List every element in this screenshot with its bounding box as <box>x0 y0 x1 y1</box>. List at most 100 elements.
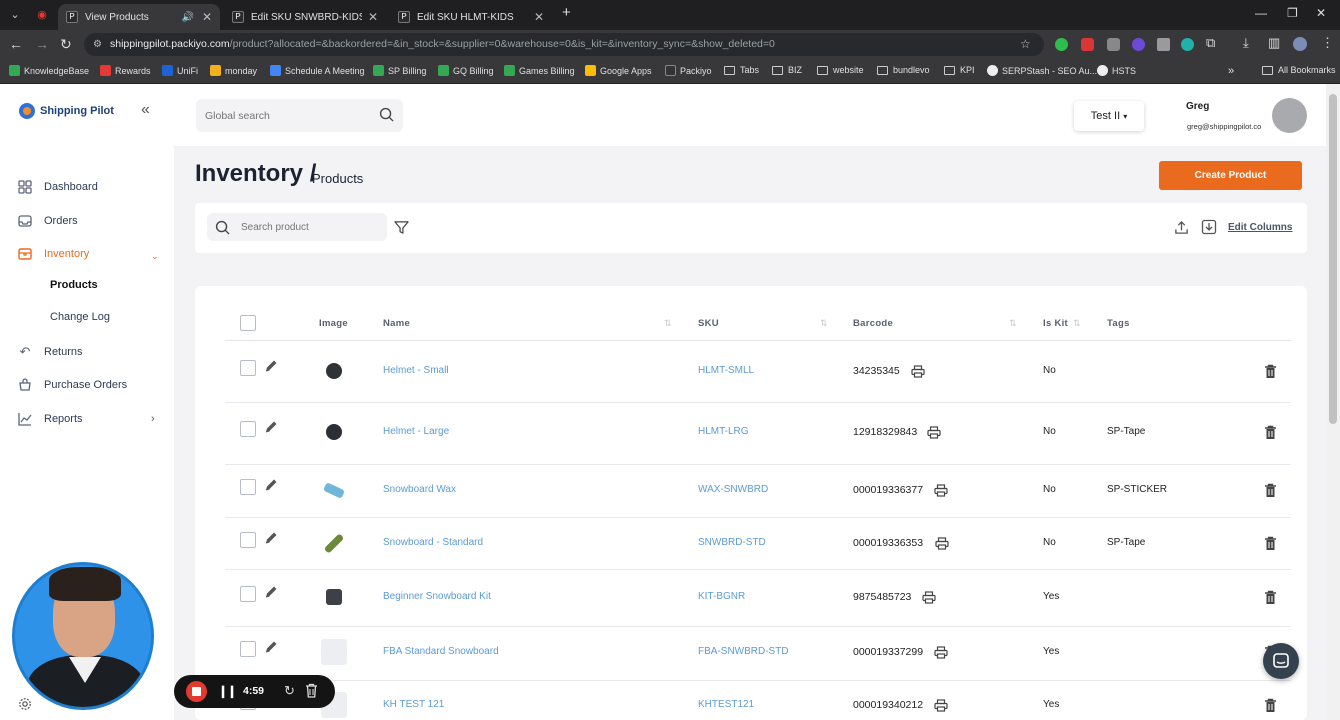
bookmark-schedule-meeting[interactable]: Schedule A Meeting <box>270 65 365 76</box>
chevron-down-icon[interactable]: ⌄ <box>151 251 159 262</box>
reload-button[interactable]: ↻ <box>60 36 72 53</box>
product-name-link[interactable]: FBA Standard Snowboard <box>383 646 499 657</box>
sort-icon[interactable]: ⇅ <box>1073 318 1081 329</box>
extension-purple-icon[interactable] <box>1132 38 1145 51</box>
restore-button[interactable]: ❐ <box>1287 6 1298 20</box>
new-tab-button[interactable]: + <box>562 4 571 21</box>
extension-off-icon[interactable] <box>1107 38 1120 51</box>
browser-tab-edit-snwbrd[interactable]: P Edit SKU SNWBRD-KIDS ✕ <box>224 4 386 30</box>
delete-trash-icon[interactable] <box>1264 425 1277 440</box>
column-header-barcode[interactable]: Barcode <box>853 318 893 329</box>
print-barcode-icon[interactable] <box>911 365 925 378</box>
row-checkbox[interactable] <box>240 421 256 437</box>
edit-pencil-icon[interactable] <box>264 531 278 545</box>
product-thumbnail[interactable] <box>321 477 347 503</box>
print-barcode-icon[interactable] <box>927 426 941 439</box>
gear-icon[interactable] <box>18 697 32 711</box>
bookmark-folder-tabs[interactable]: Tabs <box>724 65 759 75</box>
product-thumbnail[interactable] <box>321 530 347 556</box>
product-thumbnail[interactable] <box>321 358 347 384</box>
tab-search-icon[interactable]: ⌄ <box>5 5 25 25</box>
download-icon[interactable] <box>1201 219 1217 235</box>
print-barcode-icon[interactable] <box>934 484 948 497</box>
edit-pencil-icon[interactable] <box>264 640 278 654</box>
delete-trash-icon[interactable] <box>1264 590 1277 605</box>
sidebar-item-dashboard[interactable]: Dashboard <box>18 180 98 194</box>
bookmark-google-apps[interactable]: Google Apps <box>585 65 652 76</box>
edit-pencil-icon[interactable] <box>264 359 278 373</box>
column-header-sku[interactable]: SKU <box>698 318 719 329</box>
close-tab-icon[interactable]: ✕ <box>368 10 378 24</box>
product-sku-link[interactable]: KHTEST121 <box>698 699 754 710</box>
column-header-is-kit[interactable]: Is Kit <box>1043 318 1068 329</box>
stop-recording-button[interactable] <box>186 681 207 702</box>
side-panel-icon[interactable]: ▥ <box>1268 35 1280 51</box>
sort-icon[interactable]: ⇅ <box>1009 318 1017 329</box>
scrollbar-thumb[interactable] <box>1329 94 1337 424</box>
print-barcode-icon[interactable] <box>935 537 949 550</box>
app-logo[interactable]: Shipping Pilot <box>19 103 114 119</box>
extension-green-icon[interactable] <box>1055 38 1068 51</box>
bookmark-games-billing[interactable]: Games Billing <box>504 65 575 76</box>
profile-avatar-icon[interactable] <box>1293 37 1307 51</box>
print-barcode-icon[interactable] <box>934 646 948 659</box>
product-name-link[interactable]: Helmet - Large <box>383 426 449 437</box>
all-bookmarks-folder[interactable]: All Bookmarks <box>1262 65 1336 75</box>
search-icon[interactable] <box>379 107 394 122</box>
chevron-right-icon[interactable]: › <box>151 413 155 425</box>
bookmark-knowledgebase[interactable]: KnowledgeBase <box>9 65 89 76</box>
bookmark-gq-billing[interactable]: GQ Billing <box>438 65 494 76</box>
upload-icon[interactable] <box>1174 220 1189 235</box>
sort-icon[interactable]: ⇅ <box>820 318 828 329</box>
downloads-icon[interactable]: ⤓ <box>1243 35 1249 51</box>
sidebar-item-reports[interactable]: Reports <box>18 412 83 426</box>
global-search-input[interactable] <box>196 99 403 132</box>
product-name-link[interactable]: Helmet - Small <box>383 365 449 376</box>
extensions-puzzle-icon[interactable]: ⧉ <box>1206 35 1215 51</box>
product-name-link[interactable]: Snowboard Wax <box>383 484 456 495</box>
edit-columns-link[interactable]: Edit Columns <box>1228 222 1292 233</box>
product-sku-link[interactable]: FBA-SNWBRD-STD <box>698 646 789 657</box>
product-sku-link[interactable]: KIT-BGNR <box>698 591 745 602</box>
browser-menu-icon[interactable]: ⋮ <box>1321 35 1334 51</box>
print-barcode-icon[interactable] <box>922 591 936 604</box>
extension-red-icon[interactable] <box>1081 38 1094 51</box>
row-checkbox[interactable] <box>240 532 256 548</box>
browser-tab-edit-hlmt[interactable]: P Edit SKU HLMT-KIDS ✕ <box>390 4 552 30</box>
delete-trash-icon[interactable] <box>1264 536 1277 551</box>
sidebar-subitem-products[interactable]: Products <box>50 279 98 291</box>
avatar[interactable] <box>1272 98 1307 133</box>
bookmark-star-icon[interactable]: ☆ <box>1020 37 1031 51</box>
row-checkbox[interactable] <box>240 641 256 657</box>
bookmark-folder-bundlevo[interactable]: bundlevo <box>877 65 930 75</box>
edit-pencil-icon[interactable] <box>264 478 278 492</box>
product-thumbnail[interactable] <box>321 584 347 610</box>
product-thumbnail[interactable] <box>321 419 347 445</box>
bookmark-monday[interactable]: monday <box>210 65 257 76</box>
close-tab-icon[interactable]: ✕ <box>202 10 212 24</box>
delete-recording-icon[interactable] <box>305 683 318 698</box>
delete-trash-icon[interactable] <box>1264 364 1277 379</box>
bookmark-rewards[interactable]: Rewards <box>100 65 151 76</box>
page-scrollbar[interactable] <box>1326 84 1340 720</box>
close-tab-icon[interactable]: ✕ <box>534 10 544 24</box>
speaker-icon[interactable]: 🔊 <box>181 12 193 23</box>
restart-recording-icon[interactable]: ↻ <box>284 683 295 699</box>
product-sku-link[interactable]: HLMT-SMLL <box>698 365 754 376</box>
edit-pencil-icon[interactable] <box>264 585 278 599</box>
site-info-icon[interactable]: ⚙ <box>93 33 102 56</box>
filter-icon[interactable] <box>394 220 409 235</box>
delete-trash-icon[interactable] <box>1264 698 1277 713</box>
product-name-link[interactable]: Beginner Snowboard Kit <box>383 591 491 602</box>
product-sku-link[interactable]: WAX-SNWBRD <box>698 484 768 495</box>
bookmark-unifi[interactable]: UniFi <box>162 65 198 76</box>
bookmark-sp-billing[interactable]: SP Billing <box>373 65 426 76</box>
bookmarks-overflow-icon[interactable]: » <box>1228 65 1234 77</box>
close-window-button[interactable]: ✕ <box>1316 6 1326 20</box>
sort-icon[interactable]: ⇅ <box>664 318 672 329</box>
print-barcode-icon[interactable] <box>934 699 948 712</box>
minimize-button[interactable]: — <box>1255 6 1267 20</box>
sidebar-subitem-change-log[interactable]: Change Log <box>50 311 110 323</box>
product-name-link[interactable]: KH TEST 121 <box>383 699 444 710</box>
edit-pencil-icon[interactable] <box>264 420 278 434</box>
